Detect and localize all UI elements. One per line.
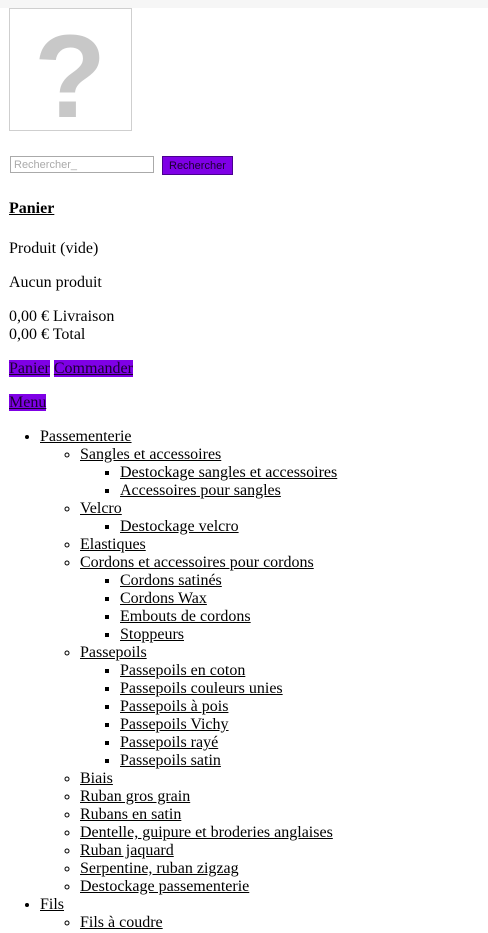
svg-text:?: ?: [34, 11, 106, 130]
menu-item: VelcroDestockage velcro: [80, 500, 337, 536]
menu-item: Passepoils satin: [120, 752, 337, 770]
menu-item: Dentelle, guipure et broderies anglaises: [80, 824, 337, 842]
menu-item: Passepoils Vichy: [120, 716, 337, 734]
menu-link[interactable]: Passepoils à pois: [120, 698, 228, 715]
submenu: Fils à coudre: [40, 914, 337, 932]
menu-item: Rubans en satin: [80, 806, 337, 824]
cart-title[interactable]: Panier: [9, 200, 54, 218]
menu-item: Serpentine, ruban zigzag: [80, 860, 337, 878]
cart-link[interactable]: Panier: [9, 360, 50, 377]
menu-link[interactable]: Passepoils satin: [120, 752, 221, 769]
search-form: Rechercher: [10, 156, 233, 175]
menu-link[interactable]: Destockage velcro: [120, 518, 239, 535]
menu-item: Passepoils couleurs unies: [120, 680, 337, 698]
cart-shipping-line: 0,00 € Livraison: [9, 308, 115, 325]
menu-item: Fils Fils à coudre: [40, 896, 337, 932]
search-button[interactable]: Rechercher: [162, 156, 233, 175]
menu-item: Biais: [80, 770, 337, 788]
top-strip: [0, 0, 488, 8]
menu-link[interactable]: Sangles et accessoires: [80, 446, 221, 463]
menu-item: Elastiques: [80, 536, 337, 554]
category-list: PassementerieSangles et accessoiresDesto…: [0, 428, 337, 932]
cart-links: Panier Commander: [9, 360, 133, 378]
menu-link[interactable]: Passepoils rayé: [120, 734, 218, 751]
menu-item: Passepoils à pois: [120, 698, 337, 716]
menu-link[interactable]: Elastiques: [80, 536, 146, 553]
menu-link[interactable]: Rubans en satin: [80, 806, 181, 823]
menu-item: Cordons Wax: [120, 590, 337, 608]
menu-item: Destockage passementerie: [80, 878, 337, 896]
menu-link[interactable]: Ruban gros grain: [80, 788, 190, 805]
menu-item: Passepoils en coton: [120, 662, 337, 680]
menu-item: Sangles et accessoiresDestockage sangles…: [80, 446, 337, 500]
menu-link[interactable]: Cordons satinés: [120, 572, 222, 589]
submenu: Destockage velcro: [80, 518, 337, 536]
menu-link[interactable]: Destockage sangles et accessoires: [120, 464, 337, 481]
menu-link[interactable]: Fils: [40, 896, 64, 913]
menu-link[interactable]: Passepoils: [80, 644, 147, 661]
menu-item: Destockage velcro: [120, 518, 337, 536]
menu-link[interactable]: Velcro: [80, 500, 122, 517]
category-menu: PassementerieSangles et accessoiresDesto…: [0, 428, 337, 932]
menu-item: Passepoils rayé: [120, 734, 337, 752]
menu-link[interactable]: Stoppeurs: [120, 626, 184, 643]
menu-link[interactable]: Cordons et accessoires pour cordons: [80, 554, 314, 571]
menu-item: Ruban jaquard: [80, 842, 337, 860]
menu-link[interactable]: Passepoils en coton: [120, 662, 245, 679]
menu-item: Destockage sangles et accessoires: [120, 464, 337, 482]
menu-toggle[interactable]: Menu: [9, 394, 47, 412]
submenu: Sangles et accessoiresDestockage sangles…: [40, 446, 337, 896]
submenu: Destockage sangles et accessoiresAccesso…: [80, 464, 337, 500]
menu-link[interactable]: Ruban jaquard: [80, 842, 174, 859]
menu-item: Stoppeurs: [120, 626, 337, 644]
search-input[interactable]: [10, 156, 154, 173]
cart-empty-line: Aucun produit: [9, 274, 102, 291]
cart-products-line: Produit (vide): [9, 240, 99, 257]
menu-link[interactable]: Biais: [80, 770, 113, 787]
menu-link[interactable]: Accessoires pour sangles: [120, 482, 281, 499]
menu-link[interactable]: Dentelle, guipure et broderies anglaises: [80, 824, 333, 841]
menu-link[interactable]: Passepoils couleurs unies: [120, 680, 283, 697]
menu-item: Ruban gros grain: [80, 788, 337, 806]
menu-item: Accessoires pour sangles: [120, 482, 337, 500]
menu-link[interactable]: Destockage passementerie: [80, 878, 249, 895]
menu-item: Cordons et accessoires pour cordonsCordo…: [80, 554, 337, 644]
menu-toggle-label: Menu: [9, 394, 47, 411]
submenu: Cordons satinésCordons WaxEmbouts de cor…: [80, 572, 337, 644]
cart-total-line: 0,00 € Total: [9, 326, 86, 343]
menu-item: Embouts de cordons: [120, 608, 337, 626]
menu-link[interactable]: Serpentine, ruban zigzag: [80, 860, 239, 877]
menu-item: Cordons satinés: [120, 572, 337, 590]
logo-placeholder[interactable]: ?: [9, 8, 132, 131]
menu-link[interactable]: Cordons Wax: [120, 590, 207, 607]
menu-item: PassementerieSangles et accessoiresDesto…: [40, 428, 337, 896]
submenu: Passepoils en cotonPassepoils couleurs u…: [80, 662, 337, 770]
menu-link[interactable]: Passepoils Vichy: [120, 716, 229, 733]
menu-link[interactable]: Fils à coudre: [80, 914, 163, 931]
question-mark-icon: ?: [34, 11, 106, 130]
menu-item: PassepoilsPassepoils en cotonPassepoils …: [80, 644, 337, 770]
menu-link[interactable]: Embouts de cordons: [120, 608, 251, 625]
menu-item: Fils à coudre: [80, 914, 337, 932]
menu-link[interactable]: Passementerie: [40, 428, 132, 445]
order-link[interactable]: Commander: [53, 360, 133, 377]
